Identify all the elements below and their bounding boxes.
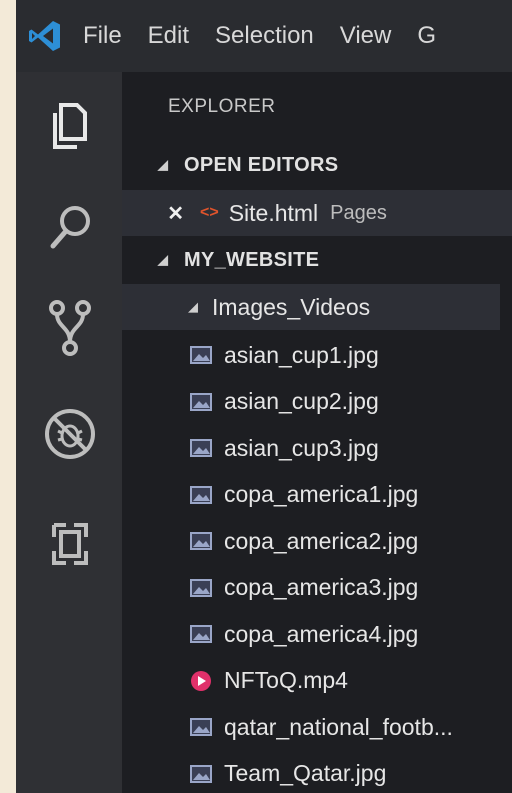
file-name: copa_america2.jpg (224, 527, 419, 554)
image-file-icon (190, 624, 212, 644)
file-item[interactable]: asian_cup1.jpg (190, 332, 379, 378)
image-file-icon (190, 392, 212, 412)
file-item[interactable]: copa_america4.jpg (190, 611, 418, 657)
menu-bar: File Edit Selection View G (70, 0, 449, 72)
open-editor-item[interactable]: ✕ <> Site.html Pages (122, 190, 512, 236)
image-file-icon (190, 764, 212, 784)
image-file-icon (190, 485, 212, 505)
file-item[interactable]: qatar_national_footb... (190, 704, 453, 750)
file-item[interactable]: Team_Qatar.jpg (190, 751, 386, 793)
file-item[interactable]: copa_america3.jpg (190, 565, 418, 611)
extensions-icon[interactable] (38, 512, 102, 576)
title-bar: File Edit Selection View G (16, 0, 512, 72)
video-file-icon (190, 670, 212, 691)
folder-label: Images_Videos (212, 293, 371, 320)
explorer-title: EXPLORER (168, 96, 276, 117)
explorer-files-icon[interactable] (38, 94, 102, 158)
file-name: qatar_national_footb... (224, 713, 453, 740)
html-file-icon: <> (200, 204, 219, 221)
caret-down-icon: ◢ (188, 299, 198, 314)
file-name: asian_cup1.jpg (224, 341, 379, 368)
explorer-sidebar: EXPLORER ◢ OPEN EDITORS ✕ <> Site.html P… (122, 72, 512, 793)
menu-view[interactable]: View (327, 0, 405, 72)
menu-selection[interactable]: Selection (202, 0, 327, 72)
image-file-icon (190, 717, 212, 737)
activity-bar (16, 72, 122, 793)
menu-file[interactable]: File (70, 0, 135, 72)
folder-images-videos[interactable]: ◢ Images_Videos (122, 284, 500, 330)
caret-down-icon: ◢ (157, 157, 169, 172)
open-editors-label: OPEN EDITORS (184, 153, 339, 176)
debug-no-bug-icon[interactable] (38, 402, 102, 466)
open-editor-filename: Site.html (228, 199, 319, 226)
file-name: asian_cup3.jpg (224, 434, 379, 461)
file-item[interactable]: asian_cup3.jpg (190, 425, 379, 471)
file-name: copa_america3.jpg (224, 574, 419, 600)
image-file-icon (190, 345, 212, 365)
image-file-icon (190, 531, 212, 551)
close-icon[interactable]: ✕ (122, 201, 184, 226)
open-editors-header[interactable]: ◢ OPEN EDITORS (156, 142, 338, 188)
menu-edit[interactable]: Edit (135, 0, 202, 72)
open-editor-folder: Pages (330, 201, 387, 224)
file-name: Team_Qatar.jpg (224, 760, 387, 786)
file-name: asian_cup2.jpg (224, 388, 379, 414)
file-name: NFToQ.mp4 (224, 667, 348, 693)
file-name: copa_america1.jpg (224, 481, 419, 507)
search-icon[interactable] (38, 196, 102, 260)
file-item[interactable]: copa_america2.jpg (190, 518, 418, 564)
file-item[interactable]: copa_america1.jpg (190, 472, 418, 518)
image-file-icon (190, 438, 212, 458)
editor-window: File Edit Selection View G EXPLORER ◢ OP… (16, 0, 512, 793)
image-file-icon (190, 578, 212, 598)
file-name: copa_america4.jpg (224, 620, 419, 647)
file-item[interactable]: asian_cup2.jpg (190, 379, 379, 425)
file-item[interactable]: NFToQ.mp4 (190, 658, 348, 704)
vscode-logo-icon (20, 0, 70, 72)
project-label: MY_WEBSITE (184, 248, 320, 271)
caret-down-icon: ◢ (157, 252, 169, 267)
project-header[interactable]: ◢ MY_WEBSITE (156, 237, 319, 283)
source-control-icon[interactable] (38, 296, 102, 360)
menu-go[interactable]: G (404, 0, 449, 72)
